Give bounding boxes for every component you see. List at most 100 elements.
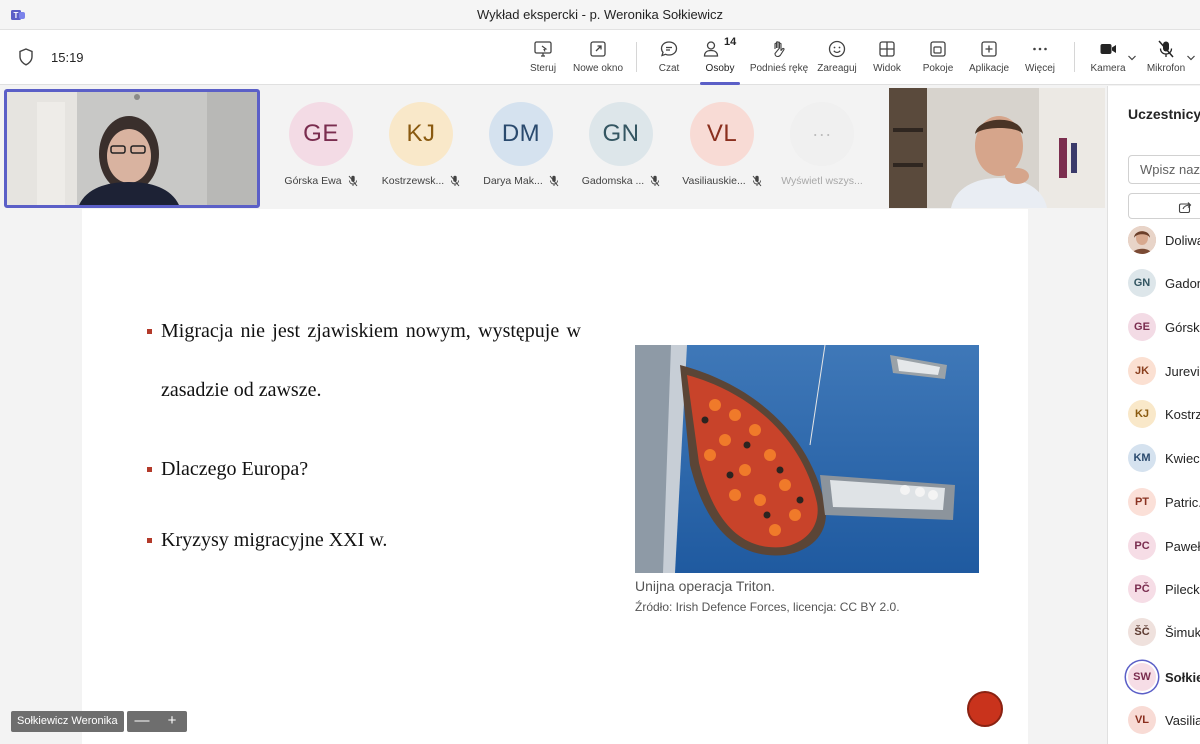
view-button[interactable]: Widok — [870, 36, 904, 82]
chevron-down-icon[interactable] — [1186, 54, 1196, 62]
participant-name: Patric. — [1165, 495, 1200, 510]
zoom-in-button[interactable]: + — [157, 711, 187, 732]
participant-row[interactable]: GE Górska — [1128, 313, 1200, 345]
react-button[interactable]: Zareaguj — [814, 36, 860, 82]
bullet-marker — [147, 467, 152, 472]
participant-row[interactable]: Doliwa — [1128, 226, 1200, 258]
view-all-participants[interactable]: ··· Wyświetl wszys... — [772, 102, 872, 187]
bullet-marker — [147, 538, 152, 543]
apps-label: Aplikacje — [968, 63, 1010, 74]
avatar: DM — [489, 102, 553, 166]
self-video-tile[interactable] — [4, 89, 260, 208]
participants-panel: Uczestnicy Wpisz nazw Doliwa GN Gadom GE… — [1107, 86, 1200, 744]
avatar — [1128, 226, 1156, 254]
avatar: GE — [1128, 313, 1156, 341]
participant-row[interactable]: ŠČ Šimuk — [1128, 618, 1200, 650]
slide-bullet: Dlaczego Europa? — [147, 458, 309, 481]
avatar: GE — [289, 102, 353, 166]
avatar: GN — [589, 102, 653, 166]
share-invite-button[interactable] — [1128, 193, 1200, 219]
bullet-text: Dlaczego Europa? — [161, 458, 309, 480]
share-icon — [1178, 202, 1192, 214]
participant-row[interactable]: GN Gadom — [1128, 269, 1200, 301]
more-icon: ··· — [790, 102, 854, 166]
avatar: PČ — [1128, 575, 1156, 603]
window-title: Wykład ekspercki - p. Weronika Sołkiewic… — [477, 7, 723, 22]
participant-name: Gadom — [1165, 276, 1200, 291]
more-icon — [1033, 47, 1047, 51]
participant-row[interactable]: KJ Kostrz — [1128, 400, 1200, 432]
photo-caption: Unijna operacja Triton. — [635, 578, 776, 594]
more-button[interactable]: Więcej — [1022, 36, 1058, 82]
participant-row[interactable]: JK Jurevič — [1128, 357, 1200, 389]
presenter-name-label: Sołkiewicz Weronika — [11, 711, 124, 732]
participant-row[interactable]: PT Patric. — [1128, 488, 1200, 520]
mic-off-icon — [450, 175, 460, 187]
migrant-boat-image — [635, 345, 979, 573]
rooms-button[interactable]: Pokoje — [920, 36, 956, 82]
participant-count-badge: 14 — [724, 36, 737, 48]
participant-name: Kostrzewsk... — [381, 175, 445, 187]
shield-icon[interactable] — [18, 48, 34, 66]
participant-name: Darya Mak... — [483, 175, 543, 187]
view-label: Widok — [873, 63, 901, 74]
hand-icon — [774, 41, 785, 58]
bullet-text: Kryzysy migracyjne XXI w. — [161, 529, 388, 551]
raise-hand-label: Podnieś rękę — [749, 63, 809, 74]
participant-row[interactable]: KM Kwieci — [1128, 444, 1200, 476]
toolbar-divider — [636, 42, 637, 72]
avatar: PT — [1128, 488, 1156, 516]
remote-video-tile[interactable] — [889, 88, 1105, 208]
participant-name: Vasiliauskie... — [682, 175, 746, 187]
camera-icon — [1100, 44, 1116, 54]
chevron-down-icon[interactable] — [1127, 54, 1137, 62]
gallery-participant[interactable]: KJ Kostrzewsk... — [371, 102, 471, 187]
chat-label: Czat — [658, 63, 680, 74]
participant-row[interactable]: PC Paweł — [1128, 532, 1200, 564]
shared-slide: Migracja nie jest zjawiskiem nowym, wyst… — [82, 209, 1028, 744]
slide-bullet: Migracja nie jest zjawiskiem nowym, wyst… — [147, 320, 581, 343]
react-label: Zareaguj — [817, 63, 857, 74]
apps-button[interactable]: Aplikacje — [966, 36, 1012, 82]
participant-name: Šimuk — [1165, 625, 1200, 640]
view-all-label: Wyświetl wszys... — [781, 175, 863, 187]
toolbar-divider — [1074, 42, 1075, 72]
people-icon — [703, 41, 719, 57]
steruj-label: Steruj — [529, 63, 557, 74]
gallery-participant[interactable]: GE Górska Ewa — [271, 102, 371, 187]
slide-bullet-continuation: zasadzie od zawsze. — [161, 379, 322, 401]
avatar: KJ — [389, 102, 453, 166]
participant-name: Paweł — [1165, 539, 1200, 554]
avatar: PC — [1128, 532, 1156, 560]
microphone-label: Mikrofon — [1146, 63, 1186, 74]
microphone-button[interactable]: Mikrofon — [1144, 36, 1188, 82]
participant-name: Pilecki — [1165, 582, 1200, 597]
profile-photo — [1128, 226, 1156, 254]
participant-name: Górska Ewa — [284, 175, 342, 187]
participant-search-input[interactable]: Wpisz nazw — [1128, 155, 1200, 184]
grid-view-icon — [879, 41, 895, 57]
participant-name: Doliwa — [1165, 233, 1200, 248]
pop-out-icon — [590, 41, 606, 57]
gallery-participant[interactable]: VL Vasiliauskie... — [672, 102, 772, 187]
title-bar: T Wykład ekspercki - p. Weronika Sołkiew… — [0, 0, 1200, 30]
steruj-button[interactable]: Steruj — [526, 36, 560, 82]
participant-row-self[interactable]: SW Sołkie — [1128, 663, 1200, 695]
new-window-button[interactable]: Nowe okno — [570, 36, 626, 82]
avatar: JK — [1128, 357, 1156, 385]
mic-off-icon — [1158, 40, 1174, 58]
participant-name: Kwieci — [1165, 451, 1200, 466]
camera-button[interactable]: Kamera — [1088, 36, 1128, 82]
zoom-out-button[interactable]: — — [127, 711, 157, 732]
gallery-participant[interactable]: DM Darya Mak... — [471, 102, 571, 187]
gallery-participant[interactable]: GN Gadomska ... — [571, 102, 671, 187]
chat-button[interactable]: Czat — [652, 36, 686, 82]
mic-off-icon — [549, 175, 559, 187]
raise-hand-button[interactable]: Podnieś rękę — [748, 36, 810, 82]
participant-row[interactable]: VL Vasilia — [1128, 706, 1200, 738]
meeting-timer: 15:19 — [51, 50, 84, 65]
participant-row[interactable]: PČ Pilecki — [1128, 575, 1200, 607]
share-screen-icon — [534, 41, 552, 57]
chat-icon — [660, 41, 678, 57]
recording-indicator[interactable] — [967, 691, 1003, 727]
